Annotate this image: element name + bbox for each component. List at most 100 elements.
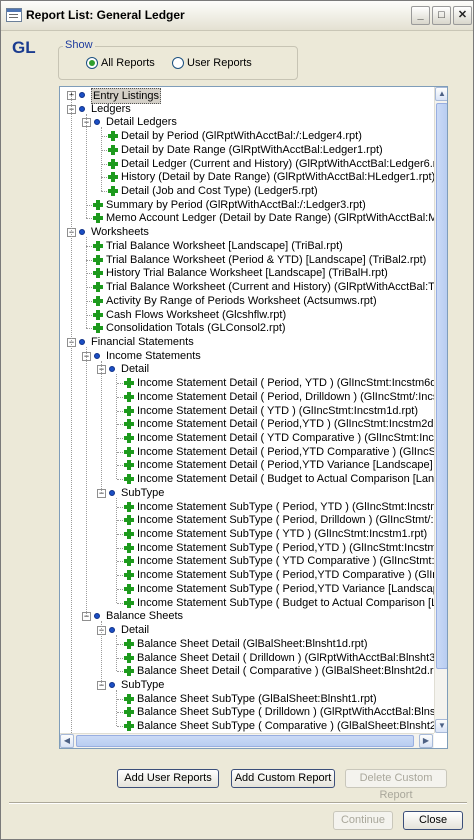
tree-guide-line <box>116 497 117 603</box>
all-reports-label: All Reports <box>101 57 155 69</box>
report-plus-icon <box>124 460 134 471</box>
scroll-down-arrow-icon[interactable]: ▼ <box>435 719 447 733</box>
report-list-window: Report List: General Ledger _ □ ✕ GL Sho… <box>0 0 474 840</box>
report-plus-icon <box>124 542 134 553</box>
tree-node-label: Balance Sheet Detail ( Comparative ) (Gl… <box>137 665 434 678</box>
tree-node-label: History Trial Balance Worksheet [Landsca… <box>106 267 388 280</box>
module-label: GL <box>12 38 36 57</box>
radio-selected-icon <box>86 57 98 69</box>
report-tree[interactable]: + Entry Listings − Ledgers − Detail Ledgers De… <box>59 86 448 749</box>
report-plus-icon <box>108 144 118 155</box>
close-window-button[interactable]: ✕ <box>453 6 472 25</box>
report-plus-icon <box>124 515 134 526</box>
close-button[interactable]: Close <box>403 811 463 830</box>
report-plus-icon <box>124 707 134 718</box>
horizontal-scroll-thumb[interactable] <box>76 735 414 747</box>
tree-node-label: Income Statement Detail ( Budget to Actu… <box>137 473 434 486</box>
tree-node-label: Income Statement Detail ( Period, YTD ) … <box>137 377 434 390</box>
tree-node-label: Consolidation Totals (GLConsol2.rpt) <box>106 322 286 335</box>
add-user-reports-button[interactable]: Add User Reports <box>117 769 219 788</box>
tree-node-label: Income Statement Detail ( Period,YTD ) (… <box>137 418 434 431</box>
report-plus-icon <box>124 652 134 663</box>
tree-guide-line <box>116 635 117 672</box>
report-plus-icon <box>124 391 134 402</box>
scroll-right-arrow-icon[interactable]: ▶ <box>419 734 433 748</box>
footer-divider <box>9 802 467 804</box>
report-plus-icon <box>93 240 103 251</box>
tree-guide-line <box>86 237 87 329</box>
report-plus-icon <box>124 405 134 416</box>
tree-node-label: Balance Sheet SubType (GlBalSheet:Blnsht… <box>137 692 377 705</box>
tree-node-label: Income Statement SubType ( Period, Drill… <box>137 514 434 527</box>
tree-node-label: Income Statement SubType ( Period,YTD Co… <box>137 569 434 582</box>
tree-node-label: Cash Flows Worksheet (Glcshflw.rpt) <box>106 308 287 321</box>
tree-node-label: Trial Balance Worksheet [Landscape] (Tri… <box>106 239 343 252</box>
tree-node-label: Activity By Range of Periods Worksheet (… <box>106 294 377 307</box>
tree-node-label: Income Statement SubType ( Period, YTD )… <box>137 500 434 513</box>
tree-node-label: Detail Ledgers <box>106 116 177 129</box>
continue-button[interactable]: Continue <box>333 811 393 830</box>
folder-bullet-icon <box>109 366 115 373</box>
report-plus-icon <box>124 721 134 732</box>
report-plus-icon <box>108 158 118 169</box>
show-legend: Show <box>63 39 95 51</box>
report-plus-icon <box>124 570 134 581</box>
tree-guide-line <box>116 689 117 727</box>
minimize-button[interactable]: _ <box>411 6 430 25</box>
report-plus-icon <box>93 295 103 306</box>
report-plus-icon <box>124 419 134 430</box>
report-plus-icon <box>93 282 103 293</box>
tree-node-label: Income Statement SubType ( Period,YTD ) … <box>137 541 434 554</box>
report-plus-icon <box>108 172 118 183</box>
tree-node-label: Ledgers <box>91 102 131 115</box>
tree-node-label: Balance Sheets <box>106 610 184 623</box>
all-reports-radio[interactable]: All Reports <box>86 57 155 69</box>
tree-node-label: Income Statement Detail ( Period, Drilld… <box>137 390 434 403</box>
tree-node-label: Detail by Date Range (GlRptWithAcctBal:L… <box>121 143 383 156</box>
folder-bullet-icon <box>109 489 115 496</box>
scroll-up-arrow-icon[interactable]: ▲ <box>435 87 447 101</box>
report-plus-icon <box>93 309 103 320</box>
tree-node-label: Trial Balance Worksheet (Current and His… <box>106 281 434 294</box>
folder-bullet-icon <box>94 613 100 620</box>
report-plus-icon <box>124 583 134 594</box>
title-bar[interactable]: Report List: General Ledger _ □ ✕ <box>1 1 473 31</box>
tree-node-label: Income Statement Detail ( YTD Comparativ… <box>137 432 434 444</box>
folder-bullet-icon <box>79 105 85 112</box>
horizontal-scrollbar[interactable]: ◀ ▶ <box>60 733 434 748</box>
report-plus-icon <box>108 131 118 142</box>
report-plus-icon <box>124 693 134 704</box>
tree-node-label: Detail Ledger (Current and History) (GlR… <box>121 157 434 170</box>
tree-node-label: Trial Balance Worksheet (Period & YTD) [… <box>106 253 427 266</box>
tree-node-label: SubType <box>121 486 165 499</box>
scroll-left-arrow-icon[interactable]: ◀ <box>60 734 74 748</box>
folder-bullet-icon <box>79 92 85 98</box>
report-plus-icon <box>93 213 103 224</box>
tree-node-label: Detail <box>121 624 150 637</box>
report-plus-icon <box>124 597 134 608</box>
folder-bullet-icon <box>79 338 85 345</box>
tree-node-label: Income Statement Detail ( YTD ) (GlIncSt… <box>137 404 418 417</box>
tree-node-label: Balance Sheet Detail ( Drilldown ) (GlRp… <box>137 651 434 664</box>
report-plus-icon <box>124 666 134 677</box>
report-plus-icon <box>124 501 134 512</box>
report-plus-icon <box>93 254 103 265</box>
vertical-scroll-thumb[interactable] <box>436 103 447 669</box>
delete-custom-report-button[interactable]: Delete Custom Report <box>345 769 447 801</box>
report-plus-icon <box>93 199 103 210</box>
tree-guide-line <box>101 360 102 493</box>
tree-guide-line <box>86 346 87 617</box>
user-reports-radio[interactable]: User Reports <box>172 57 252 69</box>
add-custom-report-button[interactable]: Add Custom Report <box>231 769 335 788</box>
report-plus-icon <box>124 474 134 485</box>
maximize-button[interactable]: □ <box>432 6 451 25</box>
tree-node-label: Income Statement SubType ( Budget to Act… <box>137 596 434 609</box>
vertical-scrollbar[interactable]: ▲ ▼ <box>434 87 447 733</box>
report-plus-icon <box>124 378 134 389</box>
report-plus-icon <box>124 556 134 567</box>
tree-guide-line <box>116 374 117 480</box>
tree-node-label: Income Statement SubType ( YTD ) (GlIncS… <box>137 528 428 541</box>
folder-bullet-icon <box>109 627 115 634</box>
report-plus-icon <box>124 529 134 540</box>
report-window-icon <box>6 8 22 22</box>
